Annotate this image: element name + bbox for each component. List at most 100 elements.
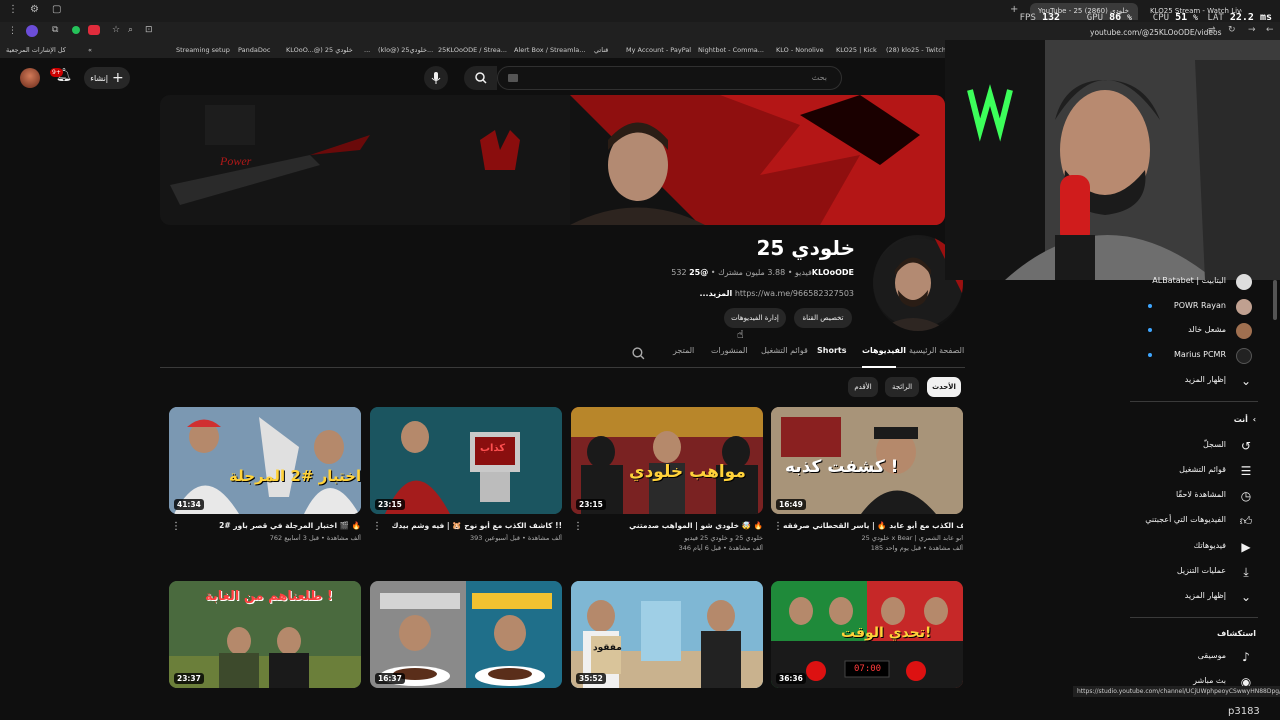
video-card[interactable]: كذاب 23:15 ⋮ كاشف الكذب مع أبو نوح 🐹 | ف…: [370, 407, 562, 563]
video-channel[interactable]: خلودي 25 x Bear | ابو عابد الشمري: [783, 534, 963, 542]
search-input[interactable]: بحث: [497, 66, 842, 90]
sidebar-item-music[interactable]: موسيقى ♪: [1130, 646, 1260, 668]
you-section-heading[interactable]: أنت ‹: [1130, 415, 1260, 424]
customize-channel-button[interactable]: تخصيص القناة: [794, 308, 852, 328]
video-thumbnail[interactable]: 07:00 تحدي الوقت! 36:36: [771, 581, 963, 688]
bookmark-all[interactable]: كل الإشارات المرجعية: [6, 46, 66, 54]
search-button[interactable]: [464, 66, 497, 90]
bookmark-item[interactable]: PandaDoc: [238, 46, 270, 54]
video-thumbnail[interactable]: مفقود 35:52: [571, 581, 763, 688]
video-card[interactable]: 16:37: [370, 581, 562, 688]
sidebar-item-downloads[interactable]: عمليات التنزيل ⤓: [1130, 561, 1260, 583]
video-card[interactable]: كشفت كذبه ! 16:49 ⋮ كشف الكذب مع أبو عاب…: [771, 407, 963, 563]
video-title[interactable]: خلودي شو | المواهب صدمتني 🤯 🔥: [583, 521, 763, 530]
video-thumbnail[interactable]: مواهب خلودي 23:15: [571, 407, 763, 514]
subscription-avatar: [1236, 299, 1252, 315]
playlists-icon: ☰: [1240, 464, 1252, 478]
bookmark-item[interactable]: KLO - Nonolive: [776, 46, 824, 54]
video-thumbnail[interactable]: كشفت كذبه ! 16:49: [771, 407, 963, 514]
video-thumbnail[interactable]: 16:37: [370, 581, 562, 688]
create-button[interactable]: إنشاء +: [84, 67, 130, 89]
reload-icon[interactable]: ↻: [1228, 25, 1236, 35]
account-avatar[interactable]: [20, 68, 40, 88]
video-thumbnail[interactable]: اختبار #2 المرجلة 41:34: [169, 407, 361, 514]
bookmark-item[interactable]: قناتي: [594, 46, 608, 54]
chip-latest[interactable]: الأحدث: [927, 377, 961, 397]
sidebar-item-history[interactable]: السجلّ ↺: [1130, 435, 1260, 457]
tab-posts[interactable]: المنشورات: [711, 346, 748, 355]
tab-videos[interactable]: الفيديوهات: [862, 346, 906, 355]
more-actions-icon[interactable]: ⋮: [372, 521, 382, 532]
bookmark-item[interactable]: My Account - PayPal: [626, 46, 691, 54]
sidebar-item-show-more[interactable]: إظهار المزيد ⌄: [1130, 586, 1260, 608]
keyboard-icon[interactable]: [508, 74, 518, 82]
menu-dots-icon[interactable]: ⋮: [8, 4, 18, 15]
extension-red-icon[interactable]: [88, 25, 100, 35]
bookmark-item[interactable]: (28) klo25 - Twitch: [886, 46, 946, 54]
channel-about-link[interactable]: ...المزيد https://wa.me/966582327503: [600, 289, 854, 298]
duration-badge: 16:37: [375, 673, 405, 684]
subscription-item[interactable]: POWR Rayan: [1130, 296, 1260, 318]
bookmark-overflow-icon[interactable]: «: [88, 46, 92, 54]
video-card[interactable]: اختبار #2 المرجلة 41:34 ⋮ اختبار المرجلة…: [169, 407, 361, 563]
settings-icon[interactable]: ⚙: [30, 4, 39, 15]
tab-home[interactable]: الصفحة الرئيسية: [909, 346, 964, 355]
bookmark-item[interactable]: KLO25 | Kick: [836, 46, 877, 54]
manage-videos-button[interactable]: إدارة الفيديوهات: [724, 308, 786, 328]
tab-shorts[interactable]: Shorts: [817, 346, 846, 355]
extension-green-icon[interactable]: [72, 26, 80, 34]
subscription-item[interactable]: ALBatabet | البتابيت: [1130, 271, 1260, 293]
install-icon[interactable]: ⊡: [145, 25, 153, 35]
subscription-item[interactable]: Marius PCMR: [1130, 345, 1260, 367]
more-link[interactable]: ...المزيد: [699, 289, 732, 298]
video-card[interactable]: مفقود 35:52: [571, 581, 763, 688]
video-thumbnail[interactable]: طلعناهم من الغابة ! 23:37: [169, 581, 361, 688]
channel-search-icon[interactable]: [632, 345, 645, 364]
share-icon[interactable]: ⧉: [52, 25, 58, 35]
tab-list-icon[interactable]: ▢: [52, 4, 61, 15]
bookmark-item[interactable]: Streaming setup: [176, 46, 230, 54]
bookmark-item[interactable]: ...: [364, 46, 370, 54]
video-card[interactable]: مواهب خلودي 23:15 ⋮ خلودي شو | المواهب ص…: [571, 407, 763, 563]
subscription-name: ALBatabet | البتابيت: [1152, 276, 1226, 285]
tab-store[interactable]: المتجر: [673, 346, 694, 355]
video-title[interactable]: اختبار المرجلة في قصر باور #2 🎬 🔥: [181, 521, 361, 530]
more-actions-icon[interactable]: ⋮: [171, 521, 181, 532]
bookmark-item[interactable]: KLOoO...@) خلودي 25: [286, 46, 353, 54]
bookmark-star-icon[interactable]: ☆: [112, 25, 120, 35]
bookmark-item[interactable]: 25KLOoODE / Strea...: [438, 46, 507, 54]
sidebar-item-watch-later[interactable]: المشاهدة لاحقًا ◷: [1130, 485, 1260, 507]
subscription-item[interactable]: مشعل خالد: [1130, 320, 1260, 342]
more-actions-icon[interactable]: ⋮: [573, 521, 583, 532]
sidebar-item-liked[interactable]: الفيديوهات التي أعجبتني 👍︎: [1130, 510, 1260, 532]
sidebar-item-playlists[interactable]: قوائم التشغيل ☰: [1130, 460, 1260, 482]
search-icon[interactable]: ⌕: [128, 25, 133, 35]
bookmark-item[interactable]: (klo@) خلودي25...: [378, 46, 433, 54]
new-tab-icon[interactable]: +: [1010, 4, 1018, 15]
tune-icon[interactable]: ⇌: [1208, 25, 1216, 35]
forward-icon[interactable]: →: [1248, 25, 1256, 35]
more-icon[interactable]: ⋮: [8, 26, 17, 36]
tab-playlists[interactable]: قوائم التشغيل: [761, 346, 808, 355]
sidebar-scrollbar[interactable]: [1273, 280, 1277, 320]
back-icon[interactable]: ←: [1266, 25, 1274, 35]
video-title[interactable]: كاشف الكذب مع أبو نوح 🐹 | فيه وشم بيدك !…: [382, 521, 562, 530]
video-thumbnail[interactable]: كذاب 23:15: [370, 407, 562, 514]
more-actions-icon[interactable]: ⋮: [773, 521, 783, 532]
sidebar-item-your-videos[interactable]: فيديوهاتك ▶: [1130, 536, 1260, 558]
video-channel[interactable]: خلودي 25 و خلودي 25 فيديو: [583, 534, 763, 542]
subscription-name: Marius PCMR: [1174, 350, 1226, 359]
chip-oldest[interactable]: الأقدم: [848, 377, 878, 397]
external-link[interactable]: https://wa.me/966582327503: [735, 289, 854, 298]
video-card[interactable]: طلعناهم من الغابة ! 23:37: [169, 581, 361, 688]
address-bar[interactable]: youtube.com/@25KLOoODE/videos: [1090, 28, 1221, 37]
show-more-subscriptions[interactable]: إظهار المزيد ⌄: [1130, 370, 1260, 392]
bookmark-item[interactable]: Nightbot - Comma...: [698, 46, 764, 54]
subscription-name: POWR Rayan: [1173, 301, 1226, 310]
bookmark-item[interactable]: Alert Box / Streamla...: [514, 46, 585, 54]
extension-icon[interactable]: [26, 25, 38, 37]
chip-popular[interactable]: الرائجة: [885, 377, 919, 397]
video-card[interactable]: 07:00 تحدي الوقت! 36:36: [771, 581, 963, 688]
video-title[interactable]: كشف الكذب مع أبو عابد 🔥 | ياسر القحطاني …: [783, 521, 963, 530]
voice-search-button[interactable]: [424, 66, 448, 90]
